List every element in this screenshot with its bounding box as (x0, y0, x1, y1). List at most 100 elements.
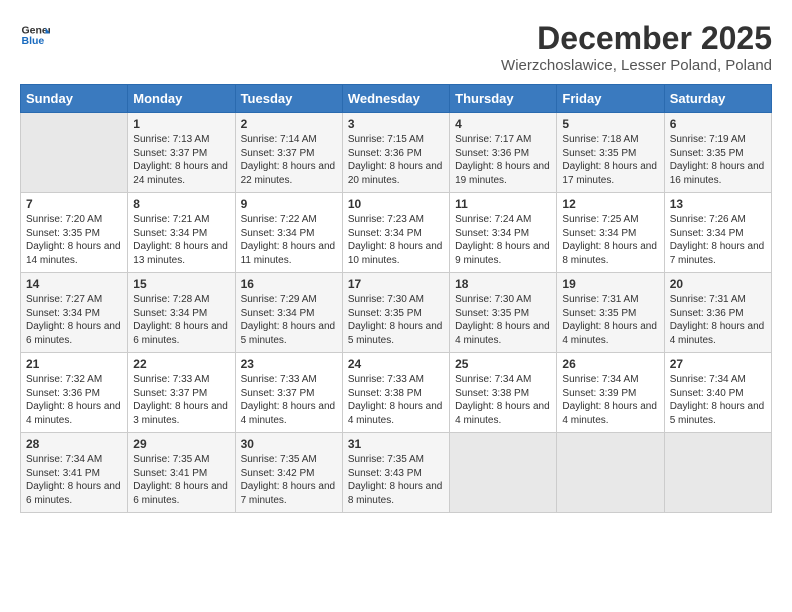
day-info: Sunrise: 7:27 AMSunset: 3:34 PMDaylight:… (26, 293, 122, 347)
calendar-cell: 1 Sunrise: 7:13 AMSunset: 3:37 PMDaylight… (128, 113, 235, 193)
day-info: Sunrise: 7:35 AMSunset: 3:43 PMDaylight:… (348, 453, 444, 507)
day-info: Sunrise: 7:14 AMSunset: 3:37 PMDaylight:… (241, 133, 337, 187)
calendar-cell: 24 Sunrise: 7:33 AMSunset: 3:38 PMDayligh… (342, 353, 449, 433)
day-number: 4 (455, 117, 551, 131)
day-info: Sunrise: 7:15 AMSunset: 3:36 PMDaylight:… (348, 133, 444, 187)
day-info: Sunrise: 7:24 AMSunset: 3:34 PMDaylight:… (455, 213, 551, 267)
day-info: Sunrise: 7:34 AMSunset: 3:41 PMDaylight:… (26, 453, 122, 507)
calendar-cell (557, 433, 664, 513)
day-number: 14 (26, 277, 122, 291)
title-block: December 2025 Wierzchoslawice, Lesser Po… (501, 20, 772, 74)
day-number: 8 (133, 197, 229, 211)
day-number: 1 (133, 117, 229, 131)
day-number: 3 (348, 117, 444, 131)
day-number: 27 (670, 357, 766, 371)
day-number: 12 (562, 197, 658, 211)
day-number: 30 (241, 437, 337, 451)
day-number: 19 (562, 277, 658, 291)
day-info: Sunrise: 7:35 AMSunset: 3:41 PMDaylight:… (133, 453, 229, 507)
weekday-header-row: SundayMondayTuesdayWednesdayThursdayFrid… (21, 85, 772, 113)
day-number: 5 (562, 117, 658, 131)
calendar-cell: 21Sunrise: 7:32 AMSunset: 3:36 PMDayligh… (21, 353, 128, 433)
day-info: Sunrise: 7:33 AMSunset: 3:37 PMDaylight:… (241, 373, 337, 427)
calendar-cell: 7 Sunrise: 7:20 AMSunset: 3:35 PMDaylight… (21, 193, 128, 273)
calendar-cell (450, 433, 557, 513)
calendar-cell: 5 Sunrise: 7:18 AMSunset: 3:35 PMDaylight… (557, 113, 664, 193)
calendar-cell: 22 Sunrise: 7:33 AMSunset: 3:37 PMDayligh… (128, 353, 235, 433)
calendar-cell: 23Sunrise: 7:33 AMSunset: 3:37 PMDayligh… (235, 353, 342, 433)
day-number: 15 (133, 277, 229, 291)
day-info: Sunrise: 7:34 AMSunset: 3:38 PMDaylight:… (455, 373, 551, 427)
day-number: 24 (348, 357, 444, 371)
calendar-cell: 29Sunrise: 7:35 AMSunset: 3:41 PMDayligh… (128, 433, 235, 513)
calendar-cell: 15 Sunrise: 7:28 AMSunset: 3:34 PMDayligh… (128, 273, 235, 353)
calendar-cell: 13 Sunrise: 7:26 AMSunset: 3:34 PMDayligh… (664, 193, 771, 273)
weekday-header-sunday: Sunday (21, 85, 128, 113)
weekday-header-tuesday: Tuesday (235, 85, 342, 113)
day-info: Sunrise: 7:20 AMSunset: 3:35 PMDaylight:… (26, 213, 122, 267)
calendar-cell: 27Sunrise: 7:34 AMSunset: 3:40 PMDayligh… (664, 353, 771, 433)
day-number: 13 (670, 197, 766, 211)
day-info: Sunrise: 7:18 AMSunset: 3:35 PMDaylight:… (562, 133, 658, 187)
day-info: Sunrise: 7:33 AMSunset: 3:38 PMDaylight:… (348, 373, 444, 427)
day-info: Sunrise: 7:17 AMSunset: 3:36 PMDaylight:… (455, 133, 551, 187)
page-header: General Blue December 2025 Wierzchoslawi… (20, 20, 772, 74)
calendar-cell: 25Sunrise: 7:34 AMSunset: 3:38 PMDayligh… (450, 353, 557, 433)
day-number: 11 (455, 197, 551, 211)
calendar-cell: 10 Sunrise: 7:23 AMSunset: 3:34 PMDayligh… (342, 193, 449, 273)
day-number: 18 (455, 277, 551, 291)
day-info: Sunrise: 7:19 AMSunset: 3:35 PMDaylight:… (670, 133, 766, 187)
day-info: Sunrise: 7:30 AMSunset: 3:35 PMDaylight:… (455, 293, 551, 347)
calendar-cell (664, 433, 771, 513)
day-number: 10 (348, 197, 444, 211)
calendar-week-row: 21Sunrise: 7:32 AMSunset: 3:36 PMDayligh… (21, 353, 772, 433)
calendar-cell: 16Sunrise: 7:29 AMSunset: 3:34 PMDayligh… (235, 273, 342, 353)
day-info: Sunrise: 7:28 AMSunset: 3:34 PMDaylight:… (133, 293, 229, 347)
day-number: 2 (241, 117, 337, 131)
day-info: Sunrise: 7:23 AMSunset: 3:34 PMDaylight:… (348, 213, 444, 267)
day-number: 28 (26, 437, 122, 451)
day-number: 21 (26, 357, 122, 371)
calendar-cell: 31 Sunrise: 7:35 AMSunset: 3:43 PMDayligh… (342, 433, 449, 513)
day-info: Sunrise: 7:34 AMSunset: 3:39 PMDaylight:… (562, 373, 658, 427)
location-title: Wierzchoslawice, Lesser Poland, Poland (501, 57, 772, 74)
day-info: Sunrise: 7:26 AMSunset: 3:34 PMDaylight:… (670, 213, 766, 267)
day-info: Sunrise: 7:31 AMSunset: 3:35 PMDaylight:… (562, 293, 658, 347)
calendar-week-row: 14 Sunrise: 7:27 AMSunset: 3:34 PMDayligh… (21, 273, 772, 353)
calendar-cell: 2 Sunrise: 7:14 AMSunset: 3:37 PMDaylight… (235, 113, 342, 193)
day-number: 26 (562, 357, 658, 371)
day-number: 6 (670, 117, 766, 131)
calendar-cell: 3 Sunrise: 7:15 AMSunset: 3:36 PMDaylight… (342, 113, 449, 193)
weekday-header-friday: Friday (557, 85, 664, 113)
day-number: 22 (133, 357, 229, 371)
calendar-cell: 30Sunrise: 7:35 AMSunset: 3:42 PMDayligh… (235, 433, 342, 513)
calendar-cell (21, 113, 128, 193)
day-info: Sunrise: 7:31 AMSunset: 3:36 PMDaylight:… (670, 293, 766, 347)
calendar-cell: 28 Sunrise: 7:34 AMSunset: 3:41 PMDayligh… (21, 433, 128, 513)
weekday-header-saturday: Saturday (664, 85, 771, 113)
weekday-header-monday: Monday (128, 85, 235, 113)
day-info: Sunrise: 7:33 AMSunset: 3:37 PMDaylight:… (133, 373, 229, 427)
day-info: Sunrise: 7:13 AMSunset: 3:37 PMDaylight:… (133, 133, 229, 187)
calendar-cell: 26 Sunrise: 7:34 AMSunset: 3:39 PMDayligh… (557, 353, 664, 433)
calendar-table: SundayMondayTuesdayWednesdayThursdayFrid… (20, 84, 772, 513)
calendar-cell: 4 Sunrise: 7:17 AMSunset: 3:36 PMDaylight… (450, 113, 557, 193)
day-info: Sunrise: 7:22 AMSunset: 3:34 PMDaylight:… (241, 213, 337, 267)
calendar-week-row: 7 Sunrise: 7:20 AMSunset: 3:35 PMDaylight… (21, 193, 772, 273)
calendar-cell: 14 Sunrise: 7:27 AMSunset: 3:34 PMDayligh… (21, 273, 128, 353)
day-number: 16 (241, 277, 337, 291)
calendar-cell: 6 Sunrise: 7:19 AMSunset: 3:35 PMDaylight… (664, 113, 771, 193)
day-info: Sunrise: 7:30 AMSunset: 3:35 PMDaylight:… (348, 293, 444, 347)
day-number: 17 (348, 277, 444, 291)
day-number: 31 (348, 437, 444, 451)
svg-text:Blue: Blue (22, 35, 45, 47)
calendar-cell: 9Sunrise: 7:22 AMSunset: 3:34 PMDaylight… (235, 193, 342, 273)
logo-icon: General Blue (20, 20, 50, 50)
logo: General Blue (20, 20, 50, 50)
calendar-week-row: 28 Sunrise: 7:34 AMSunset: 3:41 PMDayligh… (21, 433, 772, 513)
calendar-cell: 12Sunrise: 7:25 AMSunset: 3:34 PMDayligh… (557, 193, 664, 273)
calendar-cell: 8Sunrise: 7:21 AMSunset: 3:34 PMDaylight… (128, 193, 235, 273)
day-number: 7 (26, 197, 122, 211)
month-title: December 2025 (501, 20, 772, 57)
calendar-week-row: 1 Sunrise: 7:13 AMSunset: 3:37 PMDaylight… (21, 113, 772, 193)
